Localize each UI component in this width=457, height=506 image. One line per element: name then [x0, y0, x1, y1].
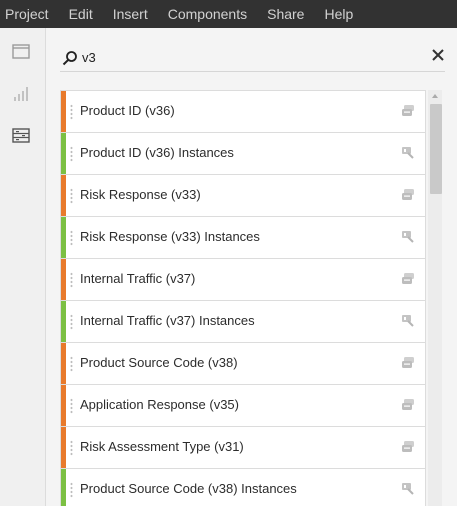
list-item-label: Product ID (v36) Instances — [80, 145, 234, 160]
dimension-icon — [401, 188, 415, 202]
type-color-bar — [61, 259, 66, 300]
type-color-bar — [61, 301, 66, 342]
list-item-label: Risk Response (v33) Instances — [80, 229, 260, 244]
drag-handle-icon[interactable] — [70, 356, 73, 372]
dimension-icon — [401, 104, 415, 118]
search-box — [60, 42, 445, 72]
list-item-label: Product Source Code (v38) Instances — [80, 481, 297, 496]
list-item-label: Application Response (v35) — [80, 397, 239, 412]
drag-handle-icon[interactable] — [70, 314, 73, 330]
list-item-label: Internal Traffic (v37) Instances — [80, 313, 255, 328]
list-item[interactable]: Product ID (v36) — [60, 90, 426, 132]
metric-icon — [401, 146, 415, 160]
component-list: Product ID (v36) Product ID (v36) Instanc… — [60, 90, 426, 506]
scroll-up-arrow-icon[interactable] — [432, 94, 438, 98]
list-item[interactable]: Internal Traffic (v37) Instances — [60, 300, 426, 342]
menu-share[interactable]: Share — [267, 6, 304, 22]
type-color-bar — [61, 217, 66, 258]
components-icon[interactable] — [12, 128, 30, 146]
type-color-bar — [61, 343, 66, 384]
drag-handle-icon[interactable] — [70, 188, 73, 204]
list-item[interactable]: Risk Response (v33) — [60, 174, 426, 216]
type-color-bar — [61, 175, 66, 216]
list-item[interactable]: Application Response (v35) — [60, 384, 426, 426]
metric-icon — [401, 230, 415, 244]
list-item[interactable]: Product ID (v36) Instances — [60, 132, 426, 174]
drag-handle-icon[interactable] — [70, 398, 73, 414]
type-color-bar — [61, 469, 66, 506]
type-color-bar — [61, 91, 66, 132]
dimension-icon — [401, 356, 415, 370]
visualizations-icon[interactable] — [12, 86, 30, 104]
list-item[interactable]: Risk Response (v33) Instances — [60, 216, 426, 258]
scrollbar-thumb[interactable] — [430, 104, 442, 194]
list-item-label: Product Source Code (v38) — [80, 355, 238, 370]
metric-icon — [401, 314, 415, 328]
list-item-label: Product ID (v36) — [80, 103, 175, 118]
type-color-bar — [61, 427, 66, 468]
menu-edit[interactable]: Edit — [69, 6, 93, 22]
list-item[interactable]: Product Source Code (v38) Instances — [60, 468, 426, 506]
list-item-label: Risk Assessment Type (v31) — [80, 439, 244, 454]
menu-bar: Project Edit Insert Components Share Hel… — [0, 0, 457, 28]
components-panel: Product ID (v36) Product ID (v36) Instanc… — [46, 28, 457, 506]
dimension-icon — [401, 440, 415, 454]
close-icon[interactable] — [431, 48, 445, 62]
dimension-icon — [401, 272, 415, 286]
list-item-label: Risk Response (v33) — [80, 187, 201, 202]
drag-handle-icon[interactable] — [70, 104, 73, 120]
left-rail — [0, 28, 46, 506]
menu-components[interactable]: Components — [168, 6, 247, 22]
list-item[interactable]: Product Source Code (v38) — [60, 342, 426, 384]
drag-handle-icon[interactable] — [70, 482, 73, 498]
panels-icon[interactable] — [12, 44, 30, 62]
drag-handle-icon[interactable] — [70, 440, 73, 456]
drag-handle-icon[interactable] — [70, 272, 73, 288]
drag-handle-icon[interactable] — [70, 230, 73, 246]
menu-insert[interactable]: Insert — [113, 6, 148, 22]
search-icon — [62, 50, 78, 66]
dimension-icon — [401, 398, 415, 412]
type-color-bar — [61, 385, 66, 426]
list-item-label: Internal Traffic (v37) — [80, 271, 196, 286]
type-color-bar — [61, 133, 66, 174]
menu-help[interactable]: Help — [324, 6, 353, 22]
list-item[interactable]: Risk Assessment Type (v31) — [60, 426, 426, 468]
menu-project[interactable]: Project — [5, 6, 49, 22]
search-input[interactable] — [82, 46, 402, 68]
metric-icon — [401, 482, 415, 496]
list-item[interactable]: Internal Traffic (v37) — [60, 258, 426, 300]
drag-handle-icon[interactable] — [70, 146, 73, 162]
